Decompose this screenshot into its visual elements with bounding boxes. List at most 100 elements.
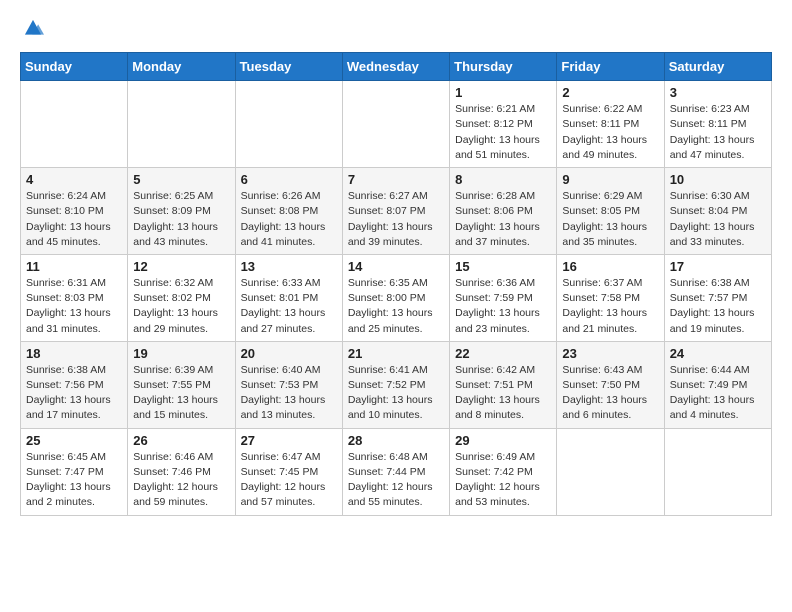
calendar-week-1: 4 Sunrise: 6:24 AMSunset: 8:10 PMDaylight… [21, 168, 772, 255]
day-number: 23 [562, 346, 658, 361]
day-info: Sunrise: 6:26 AMSunset: 8:08 PMDaylight:… [241, 189, 337, 250]
calendar-cell: 2 Sunrise: 6:22 AMSunset: 8:11 PMDaylight… [557, 81, 664, 168]
day-number: 13 [241, 259, 337, 274]
day-header-monday: Monday [128, 53, 235, 81]
calendar-cell: 7Sunrise: 6:27 AMSunset: 8:07 PMDaylight… [342, 168, 449, 255]
calendar-cell: 19 Sunrise: 6:39 AMSunset: 7:55 PMDayligh… [128, 341, 235, 428]
day-info: Sunrise: 6:44 AMSunset: 7:49 PMDaylight:… [670, 363, 766, 424]
day-info: Sunrise: 6:32 AMSunset: 8:02 PMDaylight:… [133, 276, 229, 337]
calendar-cell [342, 81, 449, 168]
day-info: Sunrise: 6:39 AMSunset: 7:55 PMDaylight:… [133, 363, 229, 424]
day-number: 16 [562, 259, 658, 274]
day-header-friday: Friday [557, 53, 664, 81]
logo-icon [22, 17, 44, 39]
days-header-row: SundayMondayTuesdayWednesdayThursdayFrid… [21, 53, 772, 81]
calendar-cell: 12 Sunrise: 6:32 AMSunset: 8:02 PMDayligh… [128, 254, 235, 341]
day-info: Sunrise: 6:37 AMSunset: 7:58 PMDaylight:… [562, 276, 658, 337]
day-info: Sunrise: 6:38 AMSunset: 7:56 PMDaylight:… [26, 363, 122, 424]
calendar-body: 1Sunrise: 6:21 AMSunset: 8:12 PMDaylight… [21, 81, 772, 515]
day-number: 18 [26, 346, 122, 361]
day-info: Sunrise: 6:45 AMSunset: 7:47 PMDaylight:… [26, 450, 122, 511]
day-info: Sunrise: 6:49 AMSunset: 7:42 PMDaylight:… [455, 450, 551, 511]
day-number: 14 [348, 259, 444, 274]
calendar-cell [557, 428, 664, 515]
calendar-cell: 3 Sunrise: 6:23 AMSunset: 8:11 PMDaylight… [664, 81, 771, 168]
day-info: Sunrise: 6:36 AMSunset: 7:59 PMDaylight:… [455, 276, 551, 337]
calendar-week-0: 1Sunrise: 6:21 AMSunset: 8:12 PMDaylight… [21, 81, 772, 168]
day-number: 7 [348, 172, 444, 187]
calendar-cell [235, 81, 342, 168]
calendar-cell: 4 Sunrise: 6:24 AMSunset: 8:10 PMDaylight… [21, 168, 128, 255]
day-info: Sunrise: 6:35 AMSunset: 8:00 PMDaylight:… [348, 276, 444, 337]
calendar-cell: 24 Sunrise: 6:44 AMSunset: 7:49 PMDayligh… [664, 341, 771, 428]
calendar-cell: 13 Sunrise: 6:33 AMSunset: 8:01 PMDayligh… [235, 254, 342, 341]
calendar-cell: 26 Sunrise: 6:46 AMSunset: 7:46 PMDayligh… [128, 428, 235, 515]
day-number: 5 [133, 172, 229, 187]
day-info: Sunrise: 6:31 AMSunset: 8:03 PMDaylight:… [26, 276, 122, 337]
logo [20, 20, 44, 44]
day-info: Sunrise: 6:29 AMSunset: 8:05 PMDaylight:… [562, 189, 658, 250]
day-number: 15 [455, 259, 551, 274]
day-info: Sunrise: 6:48 AMSunset: 7:44 PMDaylight:… [348, 450, 444, 511]
day-number: 29 [455, 433, 551, 448]
day-info: Sunrise: 6:46 AMSunset: 7:46 PMDaylight:… [133, 450, 229, 511]
day-number: 6 [241, 172, 337, 187]
day-number: 17 [670, 259, 766, 274]
calendar-cell: 21Sunrise: 6:41 AMSunset: 7:52 PMDayligh… [342, 341, 449, 428]
day-number: 28 [348, 433, 444, 448]
day-info: Sunrise: 6:21 AMSunset: 8:12 PMDaylight:… [455, 102, 551, 163]
day-header-saturday: Saturday [664, 53, 771, 81]
calendar-cell: 20 Sunrise: 6:40 AMSunset: 7:53 PMDayligh… [235, 341, 342, 428]
page-header [20, 16, 772, 44]
calendar-cell: 15 Sunrise: 6:36 AMSunset: 7:59 PMDayligh… [450, 254, 557, 341]
day-number: 25 [26, 433, 122, 448]
calendar-cell: 9 Sunrise: 6:29 AMSunset: 8:05 PMDaylight… [557, 168, 664, 255]
calendar-cell: 17Sunrise: 6:38 AMSunset: 7:57 PMDayligh… [664, 254, 771, 341]
calendar-cell: 8 Sunrise: 6:28 AMSunset: 8:06 PMDaylight… [450, 168, 557, 255]
calendar-cell: 5 Sunrise: 6:25 AMSunset: 8:09 PMDaylight… [128, 168, 235, 255]
day-number: 20 [241, 346, 337, 361]
day-info: Sunrise: 6:33 AMSunset: 8:01 PMDaylight:… [241, 276, 337, 337]
day-header-wednesday: Wednesday [342, 53, 449, 81]
day-header-sunday: Sunday [21, 53, 128, 81]
day-info: Sunrise: 6:40 AMSunset: 7:53 PMDaylight:… [241, 363, 337, 424]
day-info: Sunrise: 6:28 AMSunset: 8:06 PMDaylight:… [455, 189, 551, 250]
day-info: Sunrise: 6:47 AMSunset: 7:45 PMDaylight:… [241, 450, 337, 511]
day-number: 24 [670, 346, 766, 361]
day-info: Sunrise: 6:41 AMSunset: 7:52 PMDaylight:… [348, 363, 444, 424]
day-info: Sunrise: 6:43 AMSunset: 7:50 PMDaylight:… [562, 363, 658, 424]
day-info: Sunrise: 6:42 AMSunset: 7:51 PMDaylight:… [455, 363, 551, 424]
calendar-cell: 25 Sunrise: 6:45 AMSunset: 7:47 PMDayligh… [21, 428, 128, 515]
day-info: Sunrise: 6:30 AMSunset: 8:04 PMDaylight:… [670, 189, 766, 250]
calendar-cell: 23 Sunrise: 6:43 AMSunset: 7:50 PMDayligh… [557, 341, 664, 428]
calendar-cell: 1Sunrise: 6:21 AMSunset: 8:12 PMDaylight… [450, 81, 557, 168]
day-number: 27 [241, 433, 337, 448]
calendar-cell: 27 Sunrise: 6:47 AMSunset: 7:45 PMDayligh… [235, 428, 342, 515]
day-number: 26 [133, 433, 229, 448]
calendar-table: SundayMondayTuesdayWednesdayThursdayFrid… [20, 52, 772, 515]
day-header-thursday: Thursday [450, 53, 557, 81]
calendar-cell [21, 81, 128, 168]
day-info: Sunrise: 6:22 AMSunset: 8:11 PMDaylight:… [562, 102, 658, 163]
calendar-cell: 29 Sunrise: 6:49 AMSunset: 7:42 PMDayligh… [450, 428, 557, 515]
day-number: 4 [26, 172, 122, 187]
day-number: 3 [670, 85, 766, 100]
calendar-cell: 16 Sunrise: 6:37 AMSunset: 7:58 PMDayligh… [557, 254, 664, 341]
day-number: 2 [562, 85, 658, 100]
calendar-cell: 28 Sunrise: 6:48 AMSunset: 7:44 PMDayligh… [342, 428, 449, 515]
day-number: 19 [133, 346, 229, 361]
calendar-week-3: 18 Sunrise: 6:38 AMSunset: 7:56 PMDayligh… [21, 341, 772, 428]
day-info: Sunrise: 6:24 AMSunset: 8:10 PMDaylight:… [26, 189, 122, 250]
day-info: Sunrise: 6:23 AMSunset: 8:11 PMDaylight:… [670, 102, 766, 163]
calendar-cell: 18 Sunrise: 6:38 AMSunset: 7:56 PMDayligh… [21, 341, 128, 428]
day-header-tuesday: Tuesday [235, 53, 342, 81]
day-number: 12 [133, 259, 229, 274]
calendar-cell: 11Sunrise: 6:31 AMSunset: 8:03 PMDayligh… [21, 254, 128, 341]
calendar-week-2: 11Sunrise: 6:31 AMSunset: 8:03 PMDayligh… [21, 254, 772, 341]
day-number: 8 [455, 172, 551, 187]
day-number: 22 [455, 346, 551, 361]
calendar-cell: 22 Sunrise: 6:42 AMSunset: 7:51 PMDayligh… [450, 341, 557, 428]
day-number: 9 [562, 172, 658, 187]
calendar-week-4: 25 Sunrise: 6:45 AMSunset: 7:47 PMDayligh… [21, 428, 772, 515]
day-info: Sunrise: 6:25 AMSunset: 8:09 PMDaylight:… [133, 189, 229, 250]
